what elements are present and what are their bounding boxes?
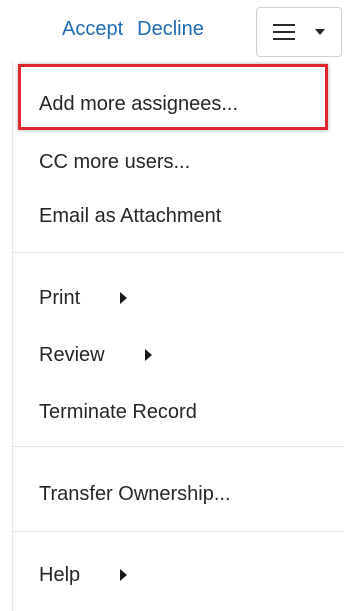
menu-item-cc-more-users[interactable]: CC more users... xyxy=(39,150,190,174)
menu-item-label: Email as Attachment xyxy=(39,205,222,227)
menu-item-label: Transfer Ownership... xyxy=(39,483,231,505)
record-actions: Accept Decline xyxy=(62,18,204,41)
menu-item-label: Print xyxy=(39,287,81,309)
menu-separator xyxy=(13,531,344,532)
menu-item-transfer-ownership[interactable]: Transfer Ownership... xyxy=(39,482,231,506)
menu-item-label: Terminate Record xyxy=(39,401,197,423)
chevron-down-icon xyxy=(315,29,325,35)
submenu-arrow-icon xyxy=(120,292,128,304)
menu-item-label: Help xyxy=(39,564,81,586)
menu-separator xyxy=(13,446,344,447)
hamburger-menu-icon xyxy=(273,24,295,40)
menu-item-review[interactable]: Review xyxy=(39,343,152,367)
submenu-arrow-icon xyxy=(120,569,128,581)
menu-item-label: Review xyxy=(39,344,105,366)
menu-item-help[interactable]: Help xyxy=(39,563,128,587)
menu-item-label: CC more users... xyxy=(39,151,191,173)
highlight-box xyxy=(18,64,328,130)
menu-separator xyxy=(13,252,344,253)
decline-link[interactable]: Decline xyxy=(137,18,204,41)
screenshot: Accept Decline Add more assignees... CC … xyxy=(0,0,344,611)
actions-dropdown-menu: Add more assignees... CC more users... E… xyxy=(12,62,344,611)
actions-menu-button[interactable] xyxy=(256,7,342,57)
menu-item-terminate-record[interactable]: Terminate Record xyxy=(39,400,197,424)
submenu-arrow-icon xyxy=(144,349,152,361)
menu-item-print[interactable]: Print xyxy=(39,286,128,310)
menu-item-email-as-attachment[interactable]: Email as Attachment xyxy=(39,204,221,228)
accept-link[interactable]: Accept xyxy=(62,18,123,41)
